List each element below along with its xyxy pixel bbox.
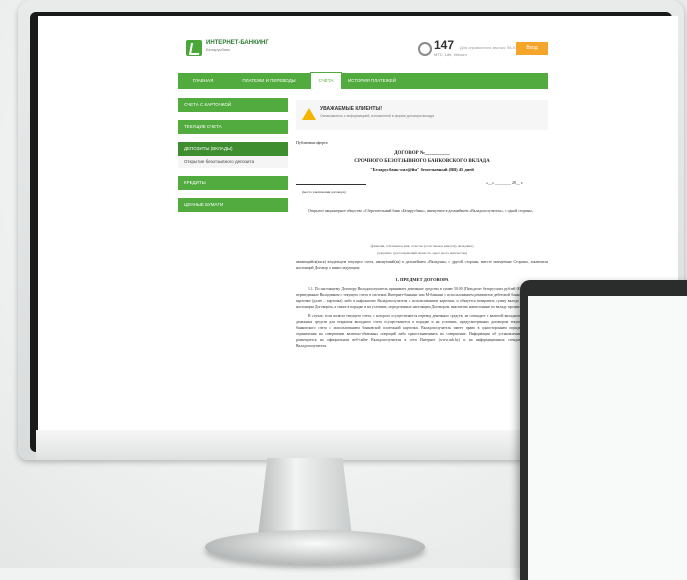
notice-box: УВАЖАЕМЫЕ КЛИЕНТЫ! Ознакомьтесь с информ…	[296, 100, 548, 130]
sidebar-item-securities[interactable]: ЦЕННЫЕ БУМАГИ	[178, 198, 288, 212]
monitor-chin	[36, 430, 556, 460]
sidebar: СЧЕТА С КАРТОЧКОЙ ТЕКУЩИЕ СЧЕТА ДЕПОЗИТЫ…	[178, 98, 288, 220]
date-line: «__» ________ 20__ г.	[486, 180, 524, 185]
bank-logo-icon[interactable]	[186, 40, 202, 56]
document-tag: Публичная оферта	[296, 140, 328, 145]
document-para-parties: Открытое акционерное общество «Сберегате…	[308, 209, 533, 213]
sidebar-subitem-open-deposit[interactable]: Открытие безотзывного депозита	[178, 156, 288, 168]
date-place-row: «__» ________ 20__ г. (место заключения …	[296, 178, 548, 200]
sidebar-item-credits[interactable]: КРЕДИТЫ	[178, 176, 288, 190]
banking-site: ИНТЕРНЕТ-БАНКИНГ Беларусбанк 147 МТС, Li…	[178, 30, 548, 436]
sidebar-item-deposits[interactable]: ДЕПОЗИТЫ (ВКЛАДЫ)	[178, 142, 288, 156]
tab-accounts[interactable]: СЧЕТА	[310, 72, 342, 89]
tablet-screen	[528, 296, 687, 580]
document-title-line3: "Беларусбанк-онл@йн" безотзывный (BB) 45…	[370, 167, 474, 172]
sidebar-item-current-accounts[interactable]: ТЕКУЩИЕ СЧЕТА	[178, 120, 288, 134]
main-nav: ГЛАВНАЯ ПЛАТЕЖИ И ПЕРЕВОДЫ СЧЕТА ИСТОРИЯ…	[178, 72, 548, 89]
caption-name: (фамилия, собственное имя, отчество (есл…	[370, 244, 474, 248]
header-note: Для справочного звонка: 98-97	[460, 45, 518, 50]
caption-document: (документ, удостоверяющий личность, адре…	[377, 251, 467, 255]
brand-title: ИНТЕРНЕТ-БАНКИНГ	[206, 40, 269, 46]
document-title-line1: ДОГОВОР №__________	[394, 151, 450, 156]
document-para-currency: В случае, если валюта текущего счета, с …	[296, 314, 548, 348]
login-button[interactable]: Вход	[516, 42, 548, 55]
tablet-device	[520, 280, 687, 580]
contract-document: Публичная оферта ДОГОВОР №__________ СРО…	[296, 136, 548, 436]
phone-icon	[418, 42, 432, 56]
support-phone-subtitle: МТС, Life, Velcom	[434, 52, 467, 57]
blank-signature-area	[296, 214, 548, 244]
notice-text: Ознакомьтесь с информацией, изложенной в…	[320, 114, 434, 118]
support-phone: 147	[434, 38, 455, 52]
notice-title: УВАЖАЕМЫЕ КЛИЕНТЫ!	[320, 106, 383, 112]
document-para-depositor: являющийся(аяся) владельцем текущего сче…	[296, 260, 548, 270]
brand-subtitle: Беларусбанк	[206, 47, 230, 52]
document-title-line2: СРОЧНОГО БЕЗОТЗЫВНОГО БАНКОВСКОГО ВКЛАДА	[354, 159, 490, 164]
place-line	[296, 184, 366, 185]
sidebar-item-card-accounts[interactable]: СЧЕТА С КАРТОЧКОЙ	[178, 98, 288, 112]
tab-payments[interactable]: ПЛАТЕЖИ И ПЕРЕВОДЫ	[230, 73, 308, 89]
warning-icon	[302, 108, 316, 120]
monitor-stand-base	[205, 530, 425, 564]
tab-home[interactable]: ГЛАВНАЯ	[178, 73, 228, 89]
document-para-subject: 1.1. По настоящему Договору Вкладополуча…	[296, 287, 548, 309]
monitor-stand-neck	[258, 458, 352, 536]
section-title: 1. ПРЕДМЕТ ДОГОВОРА	[395, 277, 449, 282]
site-header: ИНТЕРНЕТ-БАНКИНГ Беларусбанк 147 МТС, Li…	[178, 30, 548, 70]
place-caption: (место заключения договора)	[302, 190, 346, 194]
tab-payment-history[interactable]: ИСТОРИЯ ПЛАТЕЖЕЙ	[342, 73, 402, 89]
